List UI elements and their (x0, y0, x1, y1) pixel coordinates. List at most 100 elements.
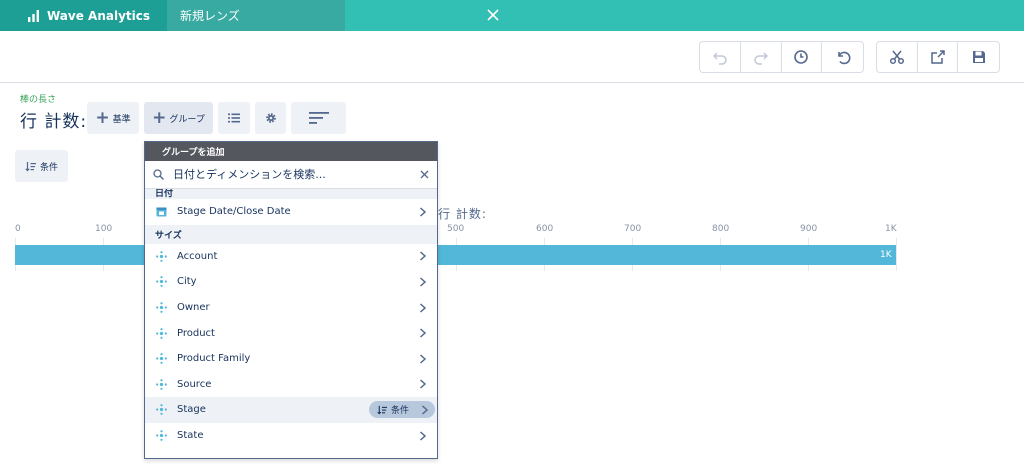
header-divider (0, 82, 1024, 83)
reset-icon (837, 51, 851, 65)
clip-icon (889, 50, 904, 65)
dimension-list: 日付 Stage Date/Close Date サイズ Account City Own… (145, 189, 437, 458)
chevron-right-icon[interactable] (419, 354, 427, 364)
dimension-item[interactable]: City (145, 269, 437, 295)
dimension-icon (156, 430, 167, 441)
list-view-button[interactable] (218, 102, 250, 134)
app-tab[interactable]: Wave Analytics (0, 0, 167, 31)
search-input[interactable] (173, 166, 403, 182)
item-filter-label: 条件 (391, 406, 410, 417)
settings-button[interactable] (255, 102, 286, 134)
dimension-item-label: Source (177, 378, 212, 390)
dropdown-header: グループを追加 (145, 142, 437, 161)
dimension-item-label: State (177, 430, 204, 442)
x-tick-label: 700 (624, 224, 642, 234)
dimension-item[interactable]: Product Family (145, 346, 437, 372)
share-icon (930, 50, 945, 64)
undo-icon (712, 52, 727, 65)
dimension-item[interactable]: Owner (145, 295, 437, 321)
lens-tab-label: 新規レンズ (180, 9, 240, 23)
calendar-icon (156, 206, 167, 217)
add-base-button[interactable]: + 基準 (87, 102, 139, 134)
add-group-dropdown: グループを追加 日付 Stage Date/Close Date サイズ Accoun… (144, 141, 438, 459)
dimension-icon (156, 327, 167, 339)
dimension-icon (156, 353, 167, 365)
dimension-item-label: Owner (177, 302, 210, 314)
sort-icon (308, 112, 329, 124)
top-tab-bar: Wave Analytics 新規レンズ (0, 0, 1024, 31)
history-icon (794, 50, 809, 64)
chevron-right-icon[interactable] (419, 430, 427, 441)
dimension-icon (156, 302, 167, 313)
save-button[interactable] (958, 42, 999, 72)
dimension-item-label: Account (177, 250, 218, 262)
dimension-item[interactable]: Source (145, 372, 437, 398)
dimension-search (145, 161, 437, 189)
plus-icon: + (95, 107, 110, 128)
add-group-label: グループ (169, 114, 205, 125)
search-icon (153, 169, 164, 180)
dimension-icon (156, 250, 167, 262)
filter-sort-icon (25, 161, 36, 171)
dimension-icon (156, 378, 167, 390)
analytics-bar-icon (28, 10, 39, 22)
list-icon (228, 113, 240, 123)
x-tick-label: 100 (95, 224, 113, 234)
dimension-item-label: Stage (177, 404, 206, 416)
chevron-right-icon[interactable] (419, 251, 427, 261)
measure-label[interactable]: 行 計数: (20, 107, 87, 132)
dropdown-section-header: 日付 (145, 189, 437, 199)
x-tick-label: 800 (712, 224, 730, 234)
x-tick-label: 900 (800, 224, 818, 234)
dimension-item-label: Product Family (177, 353, 251, 365)
chevron-right-icon[interactable] (419, 328, 427, 338)
plus-icon: + (152, 107, 167, 128)
gridline (896, 238, 897, 271)
chevron-right-icon[interactable] (419, 379, 427, 389)
item-filter-button[interactable]: 条件 (369, 401, 435, 419)
chevron-right-icon[interactable] (419, 277, 427, 287)
measure-caption: 棒の長さ (20, 95, 57, 105)
dimension-item[interactable]: State (145, 423, 437, 449)
history-toolbar (699, 41, 864, 73)
x-tick-label: 600 (536, 224, 554, 234)
add-group-button[interactable]: + グループ (144, 102, 213, 134)
action-toolbar (876, 41, 1000, 73)
sort-button[interactable] (291, 102, 346, 134)
dimension-item-label: City (177, 276, 197, 288)
x-tick-label: 500 (447, 224, 465, 234)
chevron-right-icon[interactable] (419, 303, 427, 313)
add-base-label: 基準 (112, 114, 131, 125)
gear-icon (265, 113, 276, 123)
lens-tab[interactable]: 新規レンズ (167, 0, 499, 31)
undo-button[interactable] (700, 42, 741, 72)
filter-label: 条件 (39, 162, 58, 173)
clear-search-icon[interactable] (420, 170, 429, 179)
x-tick-label: 0 (15, 224, 21, 234)
x-axis-title: 行 計数: (438, 207, 487, 221)
dimension-item[interactable]: Account (145, 244, 437, 270)
close-icon[interactable] (486, 8, 500, 22)
dimension-item[interactable]: Stage 条件 (145, 397, 437, 423)
filter-sort-icon (377, 405, 387, 415)
share-button[interactable] (918, 42, 959, 72)
redo-button[interactable] (741, 42, 782, 72)
chevron-right-icon (420, 405, 429, 415)
dimension-item-label: Product (177, 327, 215, 339)
save-icon (972, 51, 985, 63)
history-button[interactable] (782, 42, 823, 72)
redo-icon (753, 52, 768, 65)
x-tick-label: 1K (885, 224, 897, 234)
dimension-item-label: Stage Date/Close Date (177, 206, 291, 218)
bar-data-label: 1K (880, 250, 892, 260)
dimension-item[interactable]: Stage Date/Close Date (145, 199, 437, 225)
app-tab-label: Wave Analytics (47, 8, 151, 23)
dropdown-section-header: サイズ (145, 224, 437, 244)
reset-button[interactable] (822, 42, 863, 72)
chevron-right-icon[interactable] (419, 207, 427, 217)
filter-button[interactable]: 条件 (15, 150, 68, 182)
dimension-icon (156, 404, 167, 416)
clip-button[interactable] (877, 42, 918, 72)
dimension-item[interactable]: Product (145, 320, 437, 346)
dimension-icon (156, 276, 167, 288)
